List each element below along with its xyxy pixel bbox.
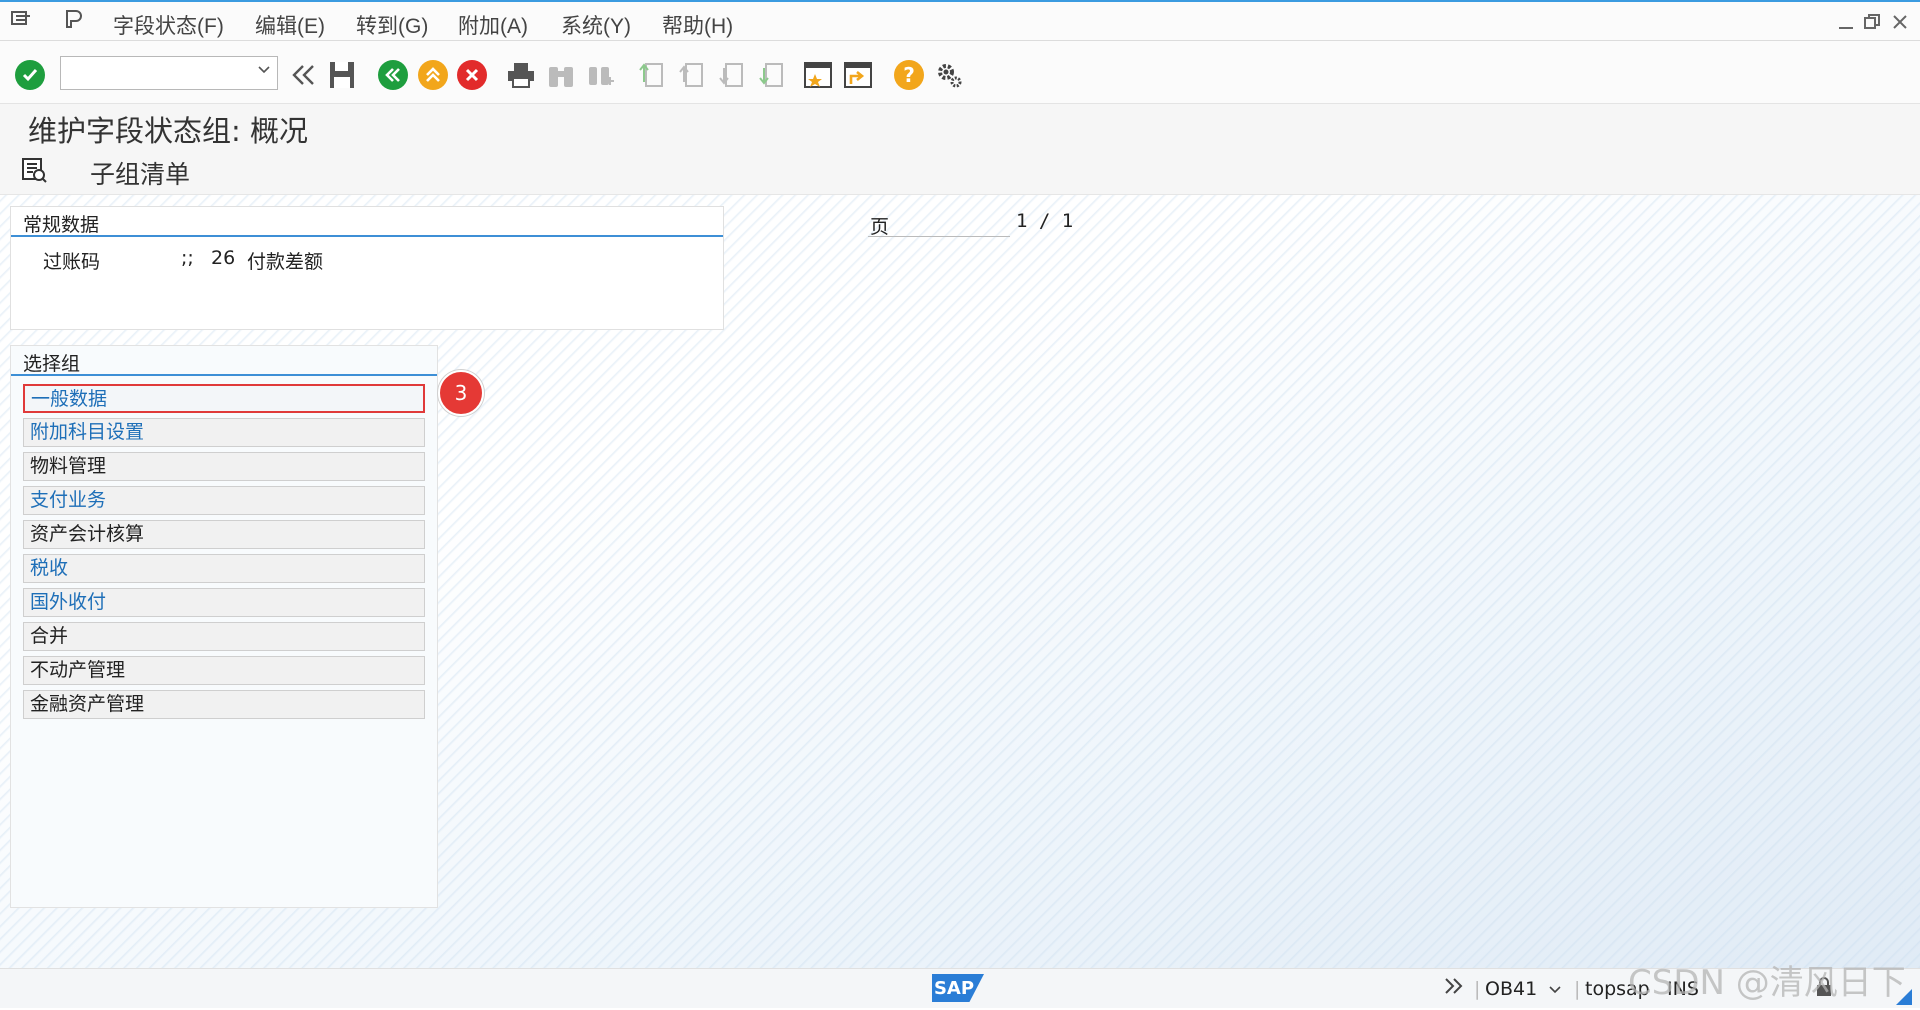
exit-icon[interactable] [418,60,448,90]
general-data-title: 常规数据 [23,214,100,236]
print-icon[interactable] [505,59,537,91]
sap-logo: SAP [932,974,984,1002]
general-data-header: 常规数据 [11,207,723,237]
layout-icon[interactable] [62,8,86,36]
application-toolbar: 子组清单 [0,148,1920,195]
minimize-icon[interactable] [1836,12,1856,37]
gear-icon[interactable] [933,59,965,91]
group-button[interactable]: 资产会计核算 [23,520,425,549]
first-page-icon[interactable] [636,59,666,91]
last-page-icon[interactable] [756,59,786,91]
page-label: 页 [870,216,890,238]
group-button[interactable]: 合并 [23,622,425,651]
step-badge: 3 [438,370,484,416]
menu-bar: 字段状态(F) 编辑(E) 转到(G) 附加(A) 系统(Y) 帮助(H) [0,0,1920,41]
command-field[interactable] [60,56,278,90]
status-divider: | [1474,978,1481,1000]
selection-group-title: 选择组 [23,353,81,375]
status-divider: | [1574,978,1581,1000]
standard-toolbar: ? [0,41,1920,104]
selection-group-header: 选择组 [11,346,437,376]
restore-icon[interactable] [1862,12,1882,37]
previous-page-icon[interactable] [676,59,706,91]
next-page-icon[interactable] [716,59,746,91]
group-button[interactable]: 国外收付 [23,588,425,617]
menu-help[interactable]: 帮助(H) [662,10,733,40]
general-data-panel: 常规数据 过账码 ;; 26 付款差额 [10,206,724,330]
group-button[interactable]: 附加科目设置 [23,418,425,447]
transaction-code: OB41 [1485,978,1538,1000]
new-session-icon[interactable] [802,59,834,91]
page-label-underline [868,236,1010,237]
posting-key-label: 过账码 [43,251,101,273]
watermark: CSDN @清风日下 [1628,963,1906,1003]
subgroup-list-icon[interactable] [20,156,48,188]
title-bar: 维护字段状态组: 概况 [0,104,1920,148]
menu-edit[interactable]: 编辑(E) [255,10,325,40]
group-button[interactable]: 物料管理 [23,452,425,481]
group-button[interactable]: 金融资产管理 [23,690,425,719]
back-icon[interactable] [378,60,408,90]
save-icon[interactable] [326,59,358,91]
close-window-icon[interactable] [1890,12,1910,37]
menu-system[interactable]: 系统(Y) [561,10,631,40]
group-button[interactable]: 支付业务 [23,486,425,515]
double-chevron-left-icon[interactable] [288,61,318,89]
group-button[interactable]: 税收 [23,554,425,583]
menu-goto[interactable]: 转到(G) [356,10,428,40]
cancel-icon[interactable] [457,60,487,90]
enter-check-icon[interactable] [15,60,45,90]
menu-field-status[interactable]: 字段状态(F) [113,10,224,40]
subgroup-list-button[interactable]: 子组清单 [90,155,190,191]
find-icon[interactable] [545,59,577,91]
page-number: 1 / 1 [1016,210,1074,232]
find-next-icon[interactable] [585,59,617,91]
posting-key-separator: ;; [181,247,194,269]
posting-key-description: 付款差额 [247,251,324,273]
help-icon[interactable]: ? [894,60,924,90]
group-button[interactable]: 不动产管理 [23,656,425,685]
group-button[interactable]: 一般数据 [23,384,425,413]
double-chevron-right-icon[interactable] [1443,975,1465,1002]
page-title: 维护字段状态组: 概况 [28,114,308,148]
menu-icon[interactable] [10,8,34,36]
menu-extras[interactable]: 附加(A) [458,10,528,40]
posting-key-value: 26 [211,247,236,269]
selection-group-panel: 选择组 一般数据附加科目设置 物料管理支付业务资产会计核算 税收国外收付合并不动产管… [10,345,438,908]
chevron-down-icon[interactable] [1548,979,1562,1001]
chevron-down-icon[interactable] [257,61,271,80]
shortcut-icon[interactable] [842,59,874,91]
